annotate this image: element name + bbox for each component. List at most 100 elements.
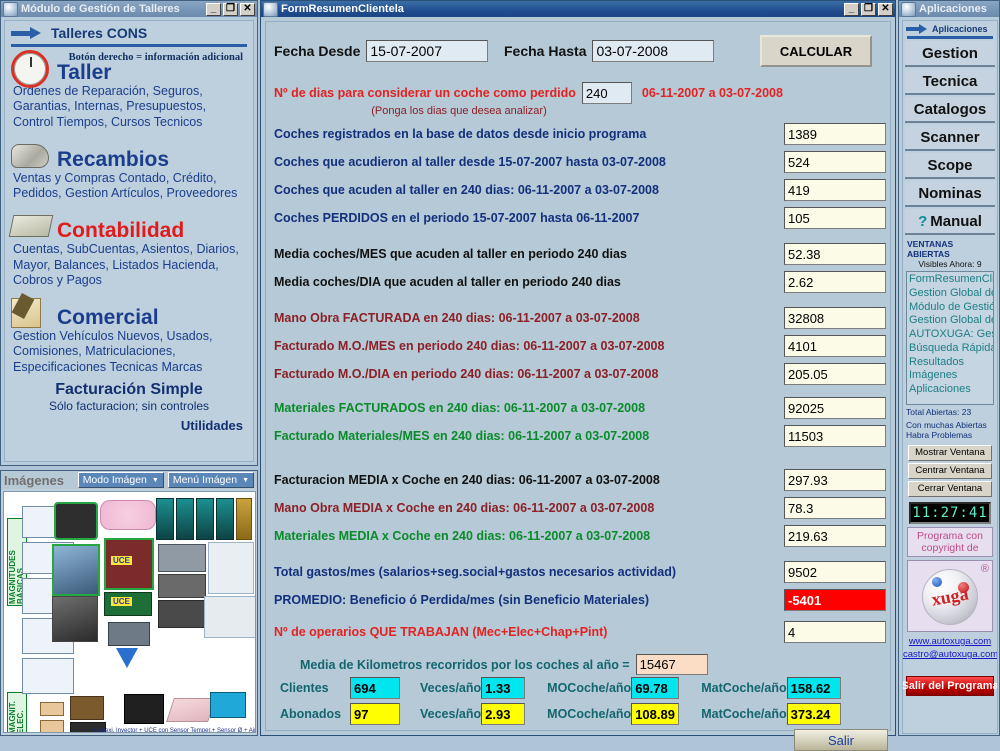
clientes-mat[interactable]: 158.62 xyxy=(786,677,841,699)
ventanas-abiertas-title: VENTANAS ABIERTAS xyxy=(907,239,954,259)
mostrar-ventana-button[interactable]: Mostrar Ventana xyxy=(908,444,992,461)
list-item[interactable]: Módulo de Gestión xyxy=(909,301,993,315)
aplicaciones-titlebar[interactable]: Aplicaciones xyxy=(899,1,999,17)
section-comercial[interactable]: Comercial Gestion Vehículos Nuevos, Usad… xyxy=(5,294,253,375)
modo-imagen-button[interactable]: Modo Imágen ▼ xyxy=(77,472,164,488)
row-value[interactable]: 524 xyxy=(784,151,886,173)
row-value-highlighted[interactable]: -5401 xyxy=(784,589,886,611)
injector-thumb xyxy=(196,498,214,540)
centrar-ventana-button[interactable]: Centrar Ventana xyxy=(908,462,992,479)
lost-days-input[interactable]: 240 xyxy=(581,82,632,104)
list-item[interactable]: AUTOXUGA: Ges xyxy=(909,328,993,342)
row-value[interactable]: 92025 xyxy=(784,397,886,419)
row-value[interactable]: 11503 xyxy=(784,425,886,447)
sidebar-item-scope[interactable]: Scope xyxy=(905,153,995,179)
row-value[interactable]: 9502 xyxy=(784,561,886,583)
gear-icon xyxy=(11,136,51,170)
abonados-count[interactable]: 97 xyxy=(350,703,400,725)
aplicaciones-window: Aplicaciones Aplicaciones Gestion Tecnic… xyxy=(898,0,1000,736)
sidebar-item-catalogos[interactable]: Catalogos xyxy=(905,97,995,123)
utilidades-link[interactable]: Utilidades xyxy=(5,413,253,433)
table-row: Mano Obra FACTURADA en 240 dias: 06-11-2… xyxy=(274,306,886,330)
section-taller[interactable]: Botón derecho = información adicional Ta… xyxy=(5,49,253,130)
list-item[interactable]: Imágenes xyxy=(909,369,991,383)
maximize-icon[interactable]: ❐ xyxy=(861,2,876,16)
clientes-veces[interactable]: 1.33 xyxy=(481,677,526,699)
main-body: Fecha Desde 15-07-2007 Fecha Hasta 03-07… xyxy=(265,21,891,751)
row-value[interactable]: 32808 xyxy=(784,307,886,329)
talleres-titlebar[interactable]: Módulo de Gestión de Talleres _ ❐ ✕ xyxy=(1,1,257,17)
list-item[interactable]: Aplicaciones xyxy=(909,383,991,397)
open-windows-list[interactable]: FormResumenClie Gestion Global de Módulo… xyxy=(906,271,994,405)
facturacion-simple-title[interactable]: Facturación Simple xyxy=(5,381,253,399)
sidebar-item-manual[interactable]: ? Manual xyxy=(905,209,995,235)
clientes-count[interactable]: 694 xyxy=(350,677,400,699)
list-item[interactable]: Gestion Global de xyxy=(909,287,993,301)
row-value[interactable]: 52.38 xyxy=(784,243,886,265)
small-part-thumb xyxy=(40,720,64,732)
photo-thumb xyxy=(158,544,206,572)
row-value[interactable]: 1389 xyxy=(784,123,886,145)
abonados-mo[interactable]: 108.89 xyxy=(631,703,680,725)
row-value[interactable]: 4101 xyxy=(784,335,886,357)
row-value[interactable]: 2.62 xyxy=(784,271,886,293)
email-link[interactable]: castro@autoxuga.com xyxy=(903,649,997,660)
row-value[interactable]: 4 xyxy=(784,621,886,643)
minimize-icon[interactable]: _ xyxy=(206,2,221,16)
row-value[interactable]: 219.63 xyxy=(784,525,886,547)
warning-line-1: Con muchas Abiertas xyxy=(906,419,987,430)
app-icon xyxy=(263,1,278,17)
list-item[interactable]: Búsqueda Rápida xyxy=(909,342,993,356)
row-value[interactable]: 105 xyxy=(784,207,886,229)
abonados-mo-label: MOCoche/año xyxy=(547,707,632,721)
sidebar-item-scanner[interactable]: Scanner xyxy=(905,125,995,151)
money-icon xyxy=(8,207,54,241)
website-link[interactable]: www.autoxuga.com xyxy=(903,636,997,647)
image-caption[interactable]: Conexi. Inyector + UCE con Sensor Temper… xyxy=(94,728,255,732)
list-item[interactable]: FormResumenClie xyxy=(909,273,993,287)
salir-button[interactable]: Salir xyxy=(794,729,888,751)
imagenes-canvas[interactable]: MAGNITUDES BÁSICAS MAGNIT. ELEC. UCE UCE xyxy=(3,491,256,733)
arrow-right-icon xyxy=(11,26,43,40)
section-contabilidad[interactable]: Contabilidad Cuentas, SubCuentas, Asient… xyxy=(5,207,253,288)
calcular-button[interactable]: CALCULAR xyxy=(760,35,872,67)
date-from-group: Fecha Desde 15-07-2007 xyxy=(274,40,489,62)
row-value[interactable]: 205.05 xyxy=(784,363,886,385)
clientes-mo[interactable]: 69.78 xyxy=(631,677,680,699)
manual-label: Manual xyxy=(930,212,982,230)
row-value[interactable]: 419 xyxy=(784,179,886,201)
row-value[interactable]: 78.3 xyxy=(784,497,886,519)
injector-thumb xyxy=(236,498,252,540)
maximize-icon[interactable]: ❐ xyxy=(223,2,238,16)
lost-days-hint: (Ponga los dias que desea analizar) xyxy=(371,105,547,117)
row-value[interactable]: 297.93 xyxy=(784,469,886,491)
date-to-label: Fecha Hasta xyxy=(504,43,587,59)
table-row: Materiales MEDIA x Coche en 240 dias: 06… xyxy=(274,524,886,548)
cerrar-ventana-button[interactable]: Cerrar Ventana xyxy=(908,480,992,497)
salir-del-programa-button[interactable]: Salir del Programa xyxy=(903,675,997,696)
menu-imagen-button[interactable]: Menú Imágen ▼ xyxy=(167,472,254,488)
vlabel-magnit-elec: MAGNIT. ELEC. xyxy=(7,692,27,732)
abonados-veces[interactable]: 2.93 xyxy=(481,703,526,725)
resumen-clientela-window: FormResumenClientela _ ❐ ✕ Fecha Desde 1… xyxy=(260,0,896,751)
abonados-mat[interactable]: 373.24 xyxy=(786,703,841,725)
date-from-input[interactable]: 15-07-2007 xyxy=(366,40,489,62)
talleres-header-label: Talleres CONS xyxy=(51,25,148,41)
uce-chip-label: UCE xyxy=(111,556,132,565)
list-item[interactable]: Gestion Global de xyxy=(909,314,993,328)
main-titlebar[interactable]: FormResumenClientela _ ❐ ✕ xyxy=(261,1,895,17)
date-to-input[interactable]: 03-07-2008 xyxy=(592,40,715,62)
desktop: Módulo de Gestión de Talleres _ ❐ ✕ Tall… xyxy=(0,0,1000,751)
arrow-right-icon xyxy=(906,24,928,34)
sidebar-item-tecnica[interactable]: Tecnica xyxy=(905,69,995,95)
km-input[interactable]: 15467 xyxy=(635,654,708,675)
list-item[interactable]: Resultados xyxy=(909,356,991,370)
sidebar-item-nominas[interactable]: Nominas xyxy=(905,181,995,207)
injector-thumb xyxy=(176,498,194,540)
copyright-box: Programa con copyright de xyxy=(907,526,993,557)
section-recambios[interactable]: Recambios Ventas y Compras Contado, Créd… xyxy=(5,136,253,202)
minimize-icon[interactable]: _ xyxy=(844,2,859,16)
close-icon[interactable]: ✕ xyxy=(240,2,255,16)
sidebar-item-gestion[interactable]: Gestion xyxy=(905,41,995,67)
close-icon[interactable]: ✕ xyxy=(878,2,893,16)
